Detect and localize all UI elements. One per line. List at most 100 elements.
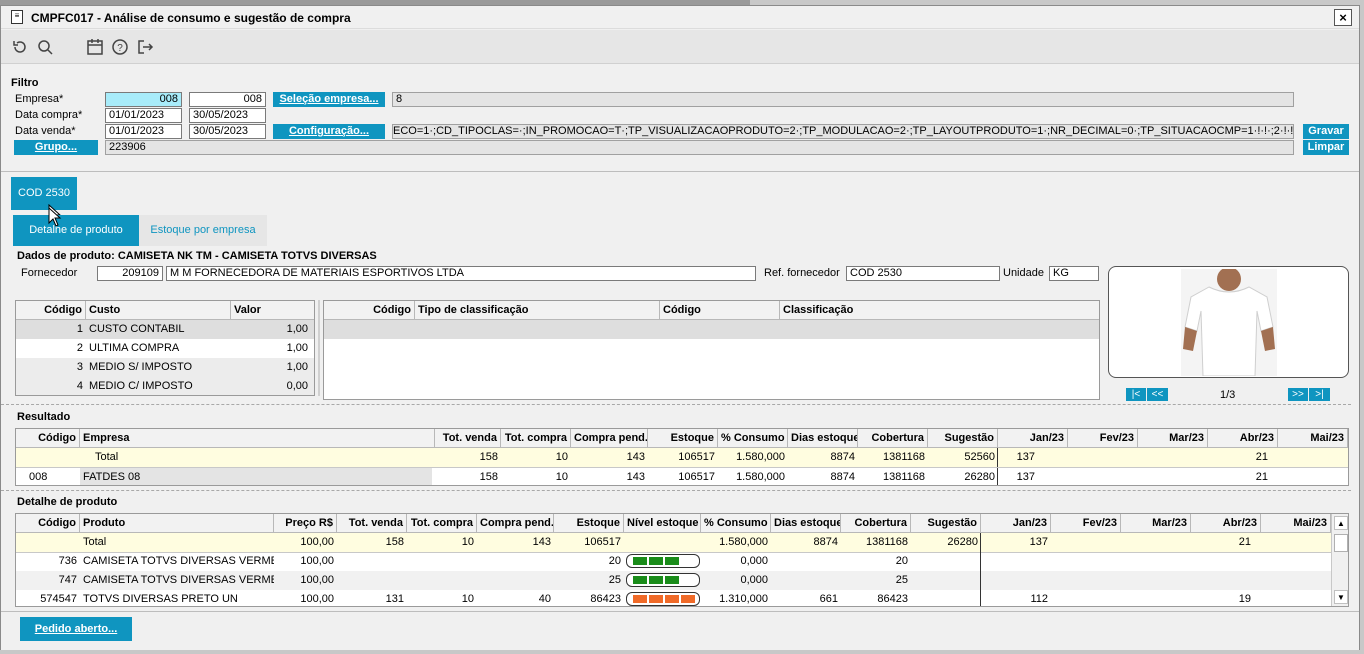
table-cell[interactable]: 106517 (554, 533, 624, 552)
tab-cod[interactable]: COD 2530 (11, 177, 77, 210)
search-icon[interactable] (36, 38, 54, 56)
table-cell[interactable]: 0,000 (701, 552, 771, 571)
table-cell[interactable]: 1 (16, 320, 86, 339)
column-header[interactable]: Estoque (554, 514, 624, 533)
table-cell[interactable]: 736 (16, 552, 80, 571)
table-cell[interactable]: 25 (554, 571, 624, 590)
column-header[interactable]: Código (324, 301, 415, 320)
next-image-button[interactable]: >> (1288, 388, 1308, 401)
table-cell[interactable]: 1381168 (858, 468, 928, 485)
table-cell[interactable]: 10 (407, 533, 477, 552)
column-header[interactable]: Tipo de classificação (415, 301, 660, 320)
table-cell[interactable]: Total (92, 448, 392, 467)
column-header[interactable]: Sugestão (911, 514, 981, 533)
table-cell[interactable]: 1.310,000 (701, 590, 771, 606)
column-header[interactable]: Mai/23 (1261, 514, 1331, 533)
table-cell[interactable]: 1,00 (231, 320, 311, 339)
column-header[interactable]: Custo (86, 301, 231, 320)
table-cell[interactable]: 143 (571, 448, 648, 467)
table-cell[interactable]: 1.580,000 (718, 468, 788, 485)
column-header[interactable]: Código (660, 301, 780, 320)
table-cell[interactable]: TOTVS DIVERSAS PRETO UN (80, 590, 274, 606)
column-header[interactable]: Tot. venda (337, 514, 407, 533)
column-header[interactable]: Dias estoque (788, 429, 858, 448)
table-cell[interactable]: 10 (501, 468, 571, 485)
table-cell[interactable]: 20 (554, 552, 624, 571)
table-cell[interactable]: 137 (998, 448, 1038, 467)
table-cell[interactable]: CUSTO CONTABIL (86, 320, 231, 339)
column-header[interactable]: Mar/23 (1121, 514, 1191, 533)
column-header[interactable]: Mai/23 (1278, 429, 1348, 448)
table-cell[interactable]: 158 (435, 468, 501, 485)
calendar-icon[interactable] (86, 38, 104, 56)
column-header[interactable]: Compra pend. (477, 514, 554, 533)
splitter[interactable] (318, 300, 320, 396)
column-header[interactable]: Produto (80, 514, 274, 533)
column-header[interactable]: Estoque (648, 429, 718, 448)
prev-image-button[interactable]: << (1147, 388, 1168, 401)
close-button[interactable]: × (1334, 9, 1352, 26)
table-cell[interactable]: 26280 (911, 533, 981, 552)
table-cell[interactable]: 1,00 (231, 358, 311, 377)
table-cell[interactable]: 1381168 (858, 448, 928, 467)
table-cell[interactable]: 1381168 (841, 533, 911, 552)
table-cell[interactable]: 100,00 (274, 533, 337, 552)
table-cell[interactable]: 0,000 (701, 571, 771, 590)
table-cell[interactable]: 8874 (771, 533, 841, 552)
table-cell[interactable]: 1,00 (231, 339, 311, 358)
column-header[interactable]: Código (16, 429, 80, 448)
grupo-button[interactable]: Grupo... (14, 140, 98, 155)
table-cell[interactable]: MEDIO C/ IMPOSTO (86, 377, 231, 395)
column-header[interactable]: Código (16, 301, 86, 320)
table-cell[interactable]: 100,00 (274, 552, 337, 571)
table-cell[interactable]: 106517 (648, 468, 718, 485)
tab-estoque-empresa[interactable]: Estoque por empresa (139, 215, 267, 246)
scroll-up-icon[interactable]: ▲ (1334, 516, 1348, 530)
table-cell[interactable]: MEDIO S/ IMPOSTO (86, 358, 231, 377)
table-cell[interactable]: ULTIMA COMPRA (86, 339, 231, 358)
first-image-button[interactable]: |< (1126, 388, 1146, 401)
empresa-from-input[interactable]: 008 (105, 92, 182, 107)
column-header[interactable]: Fev/23 (1068, 429, 1138, 448)
table-cell[interactable]: 19 (1191, 590, 1254, 606)
scroll-down-icon[interactable]: ▼ (1334, 590, 1348, 604)
table-cell[interactable]: 21 (1191, 533, 1254, 552)
data-compra-from-input[interactable]: 01/01/2023 (105, 108, 182, 123)
table-cell[interactable]: 137 (998, 468, 1038, 485)
vertical-scrollbar[interactable]: ▲ ▼ (1331, 514, 1348, 606)
table-cell[interactable]: 008 (26, 468, 80, 485)
column-header[interactable]: Empresa (80, 429, 435, 448)
table-cell[interactable]: 10 (407, 590, 477, 606)
table-cell[interactable]: 747 (16, 571, 80, 590)
table-cell[interactable]: 100,00 (274, 571, 337, 590)
table-cell[interactable]: 1.580,000 (718, 448, 788, 467)
column-header[interactable]: Cobertura (858, 429, 928, 448)
exit-icon[interactable] (136, 38, 154, 56)
table-cell[interactable]: 158 (435, 448, 501, 467)
table-cell[interactable]: CAMISETA TOTVS DIVERSAS VERMELH (80, 571, 274, 590)
column-header[interactable]: Nível estoque (624, 514, 701, 533)
column-header[interactable]: Dias estoque (771, 514, 841, 533)
fornecedor-code-field[interactable]: 209109 (97, 266, 163, 281)
column-header[interactable]: % Consumo (701, 514, 771, 533)
data-venda-from-input[interactable]: 01/01/2023 (105, 124, 182, 139)
limpar-button[interactable]: Limpar (1303, 140, 1349, 155)
table-cell[interactable]: 112 (981, 590, 1051, 606)
scroll-thumb[interactable] (1334, 534, 1348, 552)
table-cell[interactable]: 8874 (788, 448, 858, 467)
table-cell[interactable]: 2 (16, 339, 86, 358)
empresa-to-input[interactable]: 008 (189, 92, 266, 107)
table-cell[interactable]: FATDES 08 (80, 468, 380, 485)
table-cell[interactable]: 40 (477, 590, 554, 606)
table-cell[interactable]: 574547 (16, 590, 80, 606)
table-cell[interactable]: 20 (841, 552, 911, 571)
table-cell[interactable]: 86423 (554, 590, 624, 606)
table-cell[interactable]: 661 (771, 590, 841, 606)
table-cell[interactable]: 21 (1208, 468, 1271, 485)
table-cell[interactable]: 106517 (648, 448, 718, 467)
column-header[interactable]: % Consumo (718, 429, 788, 448)
table-cell[interactable]: 10 (501, 448, 571, 467)
table-cell[interactable]: 143 (571, 468, 648, 485)
table-cell[interactable]: 143 (477, 533, 554, 552)
column-header[interactable]: Fev/23 (1051, 514, 1121, 533)
